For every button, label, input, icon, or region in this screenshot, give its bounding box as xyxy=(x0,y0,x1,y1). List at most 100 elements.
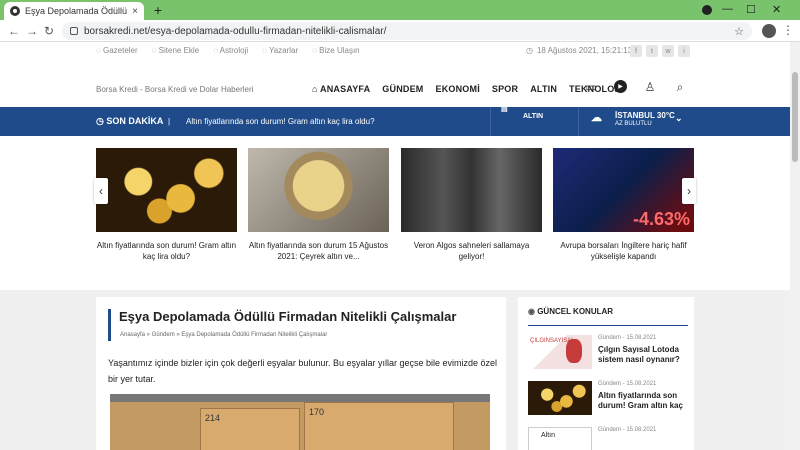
weather-chevron-icon[interactable]: ⌄ xyxy=(675,113,683,124)
slide-caption[interactable]: Avrupa borsaları İngiltere hariç hafif y… xyxy=(553,240,694,262)
thumbnail-text: Altın xyxy=(541,432,556,439)
slide-image[interactable] xyxy=(401,148,542,232)
nav-altin[interactable]: ALTIN xyxy=(530,84,557,94)
minimize-button[interactable]: — xyxy=(722,3,733,15)
instagram-icon[interactable]: i xyxy=(678,45,690,57)
scrollbar-thumb[interactable] xyxy=(792,72,798,162)
clock-icon: ◷ xyxy=(526,46,533,55)
weather-widget[interactable]: ☁ İSTANBUL 30°C AZ BULUTLU ⌄ xyxy=(578,107,692,136)
article-card: Eşya Depolamada Ödüllü Firmadan Nitelikl… xyxy=(96,297,506,450)
back-button[interactable]: ← xyxy=(8,24,20,38)
weather-info: İSTANBUL 30°C AZ BULUTLU xyxy=(615,111,675,129)
tab-title: Eşya Depolamada Ödüllü Firmada xyxy=(25,6,128,16)
weather-condition: AZ BULUTLU xyxy=(615,121,652,127)
slider-prev-button[interactable]: ‹ xyxy=(94,178,108,204)
crate-label: 170 xyxy=(304,402,454,450)
list-item-thumbnail[interactable]: ÇILGINSAYISAL xyxy=(528,335,592,369)
twitter-icon[interactable]: t xyxy=(646,45,658,57)
gold-widget[interactable]: ▤ ALTIN xyxy=(490,106,578,136)
lock-icon[interactable] xyxy=(70,27,78,35)
web-page: Gazeteler Sitene Ekle Astroloji Yazarlar… xyxy=(0,42,790,450)
site-favicon-icon xyxy=(10,6,20,16)
close-window-button[interactable]: ✕ xyxy=(772,3,781,16)
slide-image[interactable] xyxy=(248,148,389,232)
stock-change-text: -4.63% xyxy=(632,209,690,229)
toplink-bize-ulasin[interactable]: Bize Ulaşın xyxy=(312,46,359,55)
browser-tab-bar: Eşya Depolamada Ödüllü Firmada × + — ☐ ✕ xyxy=(0,0,800,20)
toplink-yazarlar[interactable]: Yazarlar xyxy=(262,46,298,55)
record-indicator-icon[interactable] xyxy=(702,5,712,15)
breaking-news-bar: SON DAKİKA | Altın fiyatlarında son duru… xyxy=(0,106,790,136)
date-text: 18 Ağustos 2021, 15:21:13 xyxy=(536,46,633,55)
profile-avatar[interactable] xyxy=(762,24,776,38)
search-icon[interactable]: ⌕ xyxy=(673,80,687,94)
nav-spor[interactable]: SPOR xyxy=(492,84,518,94)
facebook-icon[interactable]: f xyxy=(630,45,642,57)
address-bar: ← → ↻ borsakredi.net/esya-depolamada-odu… xyxy=(0,20,800,42)
list-item-meta: Gündem - 15.08.2021 xyxy=(598,427,657,433)
sidebar-divider xyxy=(528,325,688,326)
list-item-title[interactable]: Çılgın Sayısal Lotoda sistem nasıl oynan… xyxy=(598,345,690,365)
video-play-icon[interactable]: ▶ xyxy=(614,80,627,93)
nav-anasayfa[interactable]: ANASAYFA xyxy=(312,84,370,94)
whatsapp-icon[interactable]: w xyxy=(662,45,674,57)
sidebar-topics: GÜNCEL KONULAR ÇILGINSAYISAL Gündem - 15… xyxy=(518,297,694,450)
slider-next-button[interactable]: › xyxy=(682,178,696,204)
weather-cloud-icon: ☁ xyxy=(591,112,602,124)
slide-caption[interactable]: Altın fiyatlarında son durum! Gram altın… xyxy=(96,240,237,262)
maximize-button[interactable]: ☐ xyxy=(746,3,756,16)
thumbnail-text: ÇILGINSAYISAL xyxy=(530,338,575,344)
date-display: ◷ 18 Ağustos 2021, 15:21:13 xyxy=(526,46,632,55)
top-links: Gazeteler Sitene Ekle Astroloji Yazarlar… xyxy=(96,46,360,55)
crate-label: 214 xyxy=(200,408,300,450)
social-links: f t w i xyxy=(630,45,690,57)
weather-city-temp: İSTANBUL 30°C xyxy=(615,111,675,120)
gold-label: ALTIN xyxy=(523,113,544,120)
slide-caption[interactable]: Veron Algos sahneleri sallamaya geliyor! xyxy=(401,240,542,262)
list-item-meta: Gündem - 15.08.2021 xyxy=(598,335,657,341)
url-text: borsakredi.net/esya-depolamada-odullu-fi… xyxy=(84,25,387,37)
gold-icon: ▤ xyxy=(501,106,508,113)
list-item-thumbnail[interactable] xyxy=(528,381,592,415)
user-icon[interactable]: ♙ xyxy=(643,80,657,94)
list-item-thumbnail[interactable]: Altın xyxy=(528,427,592,450)
nav-ekonomi[interactable]: EKONOMİ xyxy=(436,84,480,94)
page-scrollbar[interactable] xyxy=(790,42,800,450)
slide-card[interactable]: Altın fiyatlarında son durum 15 Ağustos … xyxy=(248,148,389,262)
site-logo[interactable]: Borsa Kredi - Borsa Kredi ve Dolar Haber… xyxy=(96,85,306,94)
breadcrumb[interactable]: Anasayfa » Gündem » Eşya Depolamada Ödül… xyxy=(120,332,327,338)
browser-menu-icon[interactable]: ⋮ xyxy=(782,23,794,37)
slide-caption[interactable]: Altın fiyatlarında son durum 15 Ağustos … xyxy=(248,240,389,262)
toplink-gazeteler[interactable]: Gazeteler xyxy=(96,46,138,55)
breaking-headline[interactable]: Altın fiyatlarında son durum! Gram altın… xyxy=(186,117,375,126)
tab-close-icon[interactable]: × xyxy=(132,6,138,17)
breaking-separator: | xyxy=(168,117,171,126)
main-nav: ANASAYFA GÜNDEM EKONOMİ SPOR ALTIN TEKNO… xyxy=(312,78,622,100)
news-slider: Altın fiyatlarında son durum! Gram altın… xyxy=(94,148,696,270)
toplink-sitene-ekle[interactable]: Sitene Ekle xyxy=(152,46,199,55)
sidebar-heading: GÜNCEL KONULAR xyxy=(528,307,613,316)
url-input[interactable]: borsakredi.net/esya-depolamada-odullu-fi… xyxy=(62,22,752,40)
article-image: 214 170 xyxy=(110,394,490,450)
list-item[interactable]: ÇILGINSAYISAL Gündem - 15.08.2021 Çılgın… xyxy=(528,333,688,369)
slide-card[interactable]: Altın fiyatlarında son durum! Gram altın… xyxy=(96,148,237,262)
site-header: Borsa Kredi - Borsa Kredi ve Dolar Haber… xyxy=(96,78,696,100)
article-body: Yaşantımız içinde bizler için çok değerl… xyxy=(108,358,498,384)
new-tab-button[interactable]: + xyxy=(150,2,166,18)
slide-image[interactable] xyxy=(96,148,237,232)
slide-card[interactable]: -4.63% Avrupa borsaları İngiltere hariç … xyxy=(553,148,694,262)
browser-tab[interactable]: Eşya Depolamada Ödüllü Firmada × xyxy=(4,2,144,20)
list-item[interactable]: Altın Gündem - 15.08.2021 xyxy=(528,425,688,450)
bookmark-star-icon[interactable]: ☆ xyxy=(734,25,744,38)
gallery-icon[interactable]: ▭ xyxy=(584,80,598,94)
slide-card[interactable]: Veron Algos sahneleri sallamaya geliyor! xyxy=(401,148,542,262)
breaking-label: SON DAKİKA xyxy=(96,116,163,127)
list-item[interactable]: Gündem - 15.08.2021 Altın fiyatlarında s… xyxy=(528,379,688,415)
nav-gundem[interactable]: GÜNDEM xyxy=(382,84,423,94)
slide-image[interactable]: -4.63% xyxy=(553,148,694,232)
forward-button[interactable]: → xyxy=(26,24,38,38)
list-item-title[interactable]: Altın fiyatlarında son durum! Gram altın… xyxy=(598,391,690,411)
reload-button[interactable]: ↻ xyxy=(44,24,54,38)
toplink-astroloji[interactable]: Astroloji xyxy=(213,46,248,55)
list-item-meta: Gündem - 15.08.2021 xyxy=(598,381,657,387)
